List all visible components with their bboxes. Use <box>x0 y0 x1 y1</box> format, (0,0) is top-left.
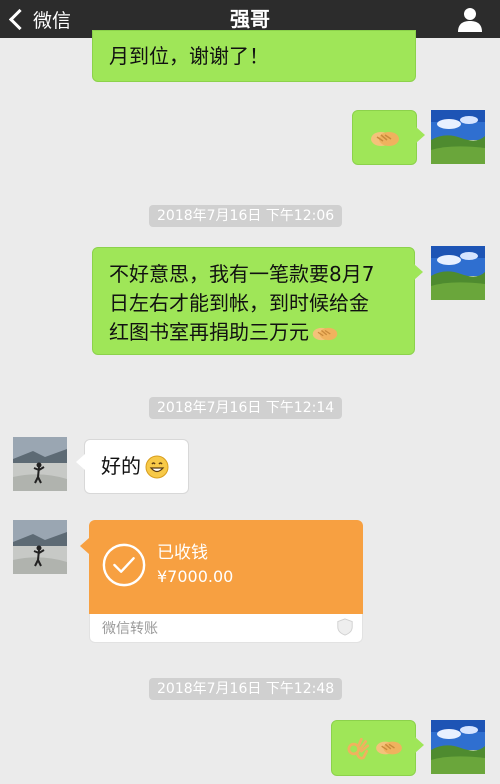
message-bubble-sent[interactable] <box>352 110 425 165</box>
timestamp-label: 2018年7月16日 下午12:48 <box>149 678 343 700</box>
handshake-emoji-icon <box>376 741 402 755</box>
ok-hand-emoji-icon <box>347 737 370 760</box>
handshake-emoji-icon <box>312 327 338 340</box>
message-bubble-sent[interactable]: 月到位，谢谢了！ <box>92 30 416 82</box>
my-avatar[interactable] <box>431 246 485 300</box>
my-avatar[interactable] <box>431 110 485 164</box>
grinning-face-emoji-icon <box>145 455 169 479</box>
message-bubble-received[interactable]: 好的 <box>76 439 189 494</box>
message-text: 月到位，谢谢了！ <box>109 44 269 68</box>
landscape-avatar-image <box>431 110 485 164</box>
money-transfer-card[interactable]: 已收钱 ¥7000.00 微信转账 <box>80 520 363 644</box>
contact-avatar[interactable] <box>13 437 67 491</box>
message-text: 好的 <box>101 454 141 478</box>
transfer-source-label: 微信转账 <box>102 621 158 637</box>
beach-avatar-image <box>13 437 67 491</box>
transfer-amount: ¥7000.00 <box>157 567 234 586</box>
message-bubble-sent[interactable]: 不好意思，我有一笔款要8月7 日左右才能到帐，到时候给金 红图书室再捐助三万元 <box>92 247 423 355</box>
timestamp-label: 2018年7月16日 下午12:06 <box>149 205 343 227</box>
transfer-card-footer: 微信转账 <box>89 614 363 643</box>
message-line: 红图书室再捐助三万元 <box>109 320 309 344</box>
landscape-avatar-image <box>431 720 485 774</box>
beach-avatar-image <box>13 520 67 574</box>
transfer-card-header: 已收钱 ¥7000.00 <box>80 520 363 614</box>
message-text: 不好意思，我有一笔款要8月7 日左右才能到帐，到时候给金 红图书室再捐助三万元 <box>109 260 374 347</box>
handshake-emoji-icon <box>371 132 399 146</box>
timestamp-label: 2018年7月16日 下午12:14 <box>149 397 343 419</box>
shield-icon <box>337 618 353 636</box>
person-icon[interactable] <box>456 6 484 32</box>
message-line: 日左右才能到帐，到时候给金 <box>109 291 369 315</box>
transfer-status: 已收钱 <box>157 543 208 563</box>
message-line-with-emoji: 红图书室再捐助三万元 <box>109 318 374 347</box>
my-avatar[interactable] <box>431 720 485 774</box>
message-bubble-sent[interactable] <box>331 720 424 776</box>
check-circle-icon <box>102 543 146 587</box>
message-line: 不好意思，我有一笔款要8月7 <box>109 262 375 286</box>
contact-avatar[interactable] <box>13 520 67 574</box>
landscape-avatar-image <box>431 246 485 300</box>
